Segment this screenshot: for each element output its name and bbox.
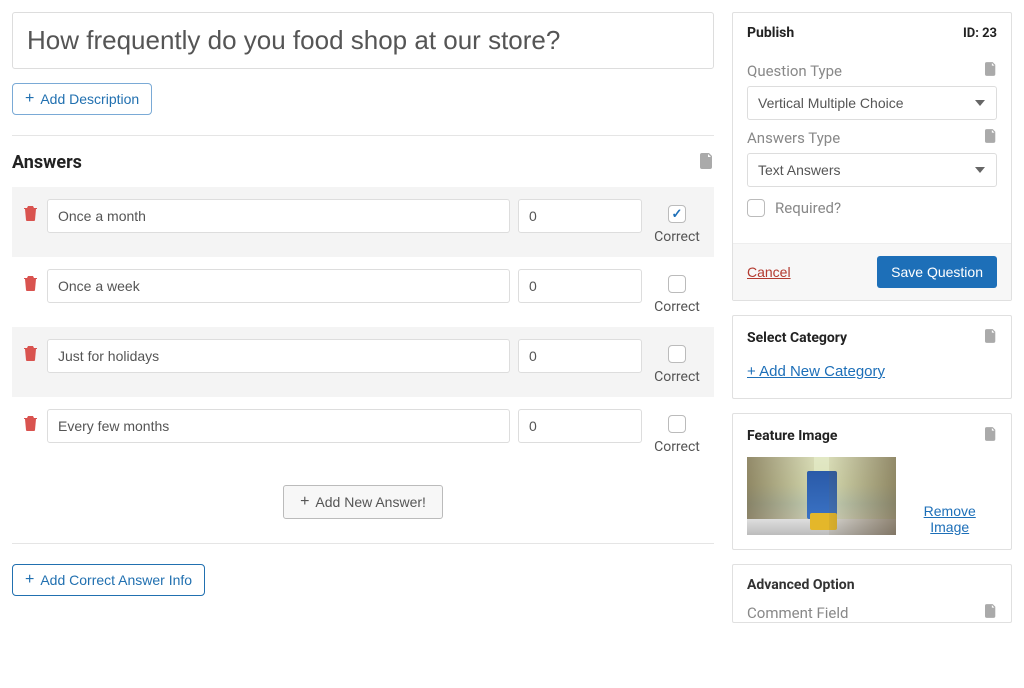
feature-image-panel: Feature Image Remove Image <box>732 413 1012 550</box>
answer-text-input[interactable] <box>47 269 510 303</box>
answer-text-input[interactable] <box>47 409 510 443</box>
answers-type-label: Answers Type <box>747 129 840 147</box>
correct-checkbox[interactable] <box>668 345 686 363</box>
publish-panel: Publish ID: 23 Question Type Vertical Mu… <box>732 12 1012 301</box>
add-description-label: Add Description <box>40 91 139 107</box>
correct-checkbox[interactable] <box>668 415 686 433</box>
required-checkbox[interactable] <box>747 199 765 217</box>
doc-icon[interactable] <box>985 61 997 80</box>
correct-column: Correct <box>650 199 704 245</box>
answer-score-input[interactable] <box>518 199 642 233</box>
answer-row: Correct <box>12 327 714 397</box>
feature-image-thumbnail[interactable] <box>747 457 896 535</box>
trash-icon[interactable] <box>24 206 37 225</box>
doc-icon[interactable] <box>985 593 997 622</box>
doc-icon[interactable] <box>985 328 997 347</box>
plus-icon: + <box>25 572 34 588</box>
remove-image-button[interactable]: Remove Image <box>902 503 997 535</box>
question-type-select[interactable]: Vertical Multiple Choice <box>747 86 997 120</box>
add-description-button[interactable]: + Add Description <box>12 83 152 115</box>
question-type-label: Question Type <box>747 62 842 80</box>
required-label: Required? <box>775 199 841 217</box>
select-category-panel: Select Category + Add New Category <box>732 315 1012 399</box>
doc-icon[interactable] <box>700 153 714 173</box>
trash-icon[interactable] <box>24 276 37 295</box>
advanced-option-heading: Advanced Option <box>747 577 855 593</box>
answers-heading: Answers <box>12 152 82 173</box>
add-new-category-button[interactable]: + Add New Category <box>747 359 885 384</box>
correct-column: Correct <box>650 339 704 385</box>
save-question-button[interactable]: Save Question <box>877 256 997 288</box>
comment-field-label: Comment Field <box>747 594 849 622</box>
divider <box>12 135 714 136</box>
answer-score-input[interactable] <box>518 339 642 373</box>
trash-icon[interactable] <box>24 346 37 365</box>
answers-type-select[interactable]: Text Answers <box>747 153 997 187</box>
answer-row: Correct <box>12 187 714 257</box>
publish-heading: Publish <box>747 25 794 41</box>
plus-icon: + <box>300 494 309 510</box>
correct-checkbox[interactable] <box>668 205 686 223</box>
correct-checkbox[interactable] <box>668 275 686 293</box>
question-id: ID: 23 <box>963 26 997 41</box>
main-column: + Add Description Answers Correct <box>12 12 714 623</box>
plus-icon: + <box>25 91 34 107</box>
question-title-input[interactable] <box>12 12 714 69</box>
add-correct-answer-info-label: Add Correct Answer Info <box>40 572 192 588</box>
answer-score-input[interactable] <box>518 409 642 443</box>
answer-row: Correct <box>12 397 714 467</box>
correct-column: Correct <box>650 409 704 455</box>
advanced-option-panel: Advanced Option Comment Field <box>732 564 1012 623</box>
correct-label: Correct <box>654 229 700 245</box>
correct-label: Correct <box>654 439 700 455</box>
answer-text-input[interactable] <box>47 339 510 373</box>
correct-label: Correct <box>654 369 700 385</box>
add-correct-answer-info-button[interactable]: + Add Correct Answer Info <box>12 564 205 596</box>
answer-row: Correct <box>12 257 714 327</box>
doc-icon[interactable] <box>985 128 997 147</box>
correct-label: Correct <box>654 299 700 315</box>
add-new-answer-button[interactable]: + Add New Answer! <box>283 485 443 519</box>
feature-image-heading: Feature Image <box>747 428 837 444</box>
answer-score-input[interactable] <box>518 269 642 303</box>
add-new-answer-label: Add New Answer! <box>315 494 426 510</box>
correct-column: Correct <box>650 269 704 315</box>
sidebar-column: Publish ID: 23 Question Type Vertical Mu… <box>732 12 1012 623</box>
divider <box>12 543 714 544</box>
select-category-heading: Select Category <box>747 330 847 346</box>
answer-text-input[interactable] <box>47 199 510 233</box>
trash-icon[interactable] <box>24 416 37 435</box>
cancel-button[interactable]: Cancel <box>747 264 791 280</box>
doc-icon[interactable] <box>985 426 997 445</box>
answers-header: Answers <box>12 142 714 187</box>
